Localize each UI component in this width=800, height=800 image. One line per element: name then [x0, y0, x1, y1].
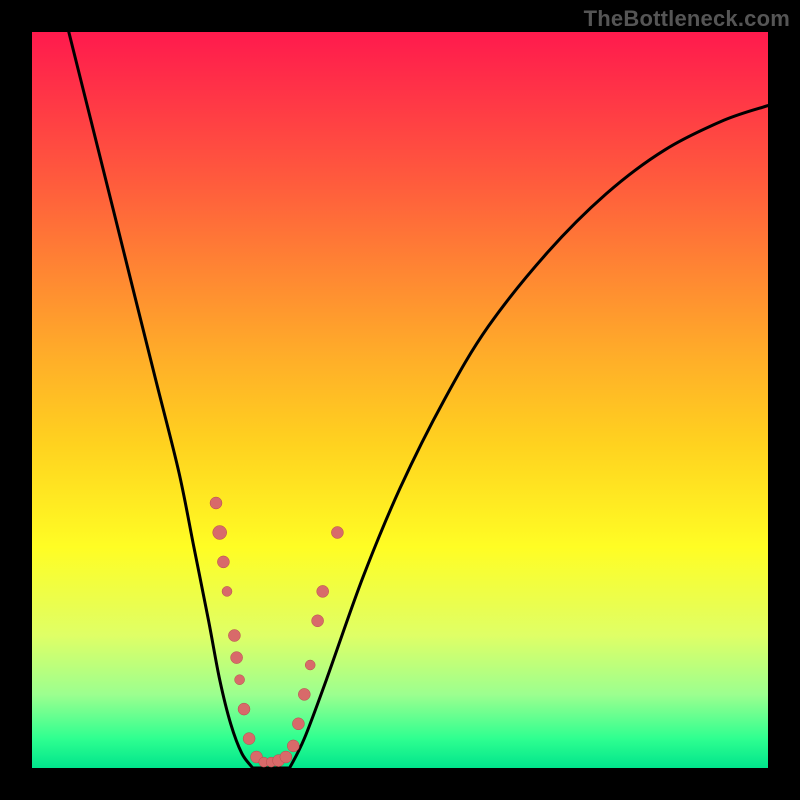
scatter-dot	[222, 586, 232, 596]
scatter-dot	[238, 703, 250, 715]
scatter-dot	[213, 526, 227, 540]
scatter-dot	[317, 585, 329, 597]
watermark-label: TheBottleneck.com	[584, 6, 790, 32]
right-curve	[290, 106, 768, 768]
scatter-dot	[280, 751, 292, 763]
chart-frame: TheBottleneck.com	[0, 0, 800, 800]
scatter-dot	[228, 630, 240, 642]
scatter-dot	[312, 615, 324, 627]
chart-svg	[32, 32, 768, 768]
scatter-dot	[235, 675, 245, 685]
scatter-dot	[305, 660, 315, 670]
plot-area	[32, 32, 768, 768]
scatter-dot	[292, 718, 304, 730]
left-curve	[69, 32, 253, 768]
scatter-dot	[231, 652, 243, 664]
scatter-dot	[243, 733, 255, 745]
scatter-dot	[217, 556, 229, 568]
scatter-dot	[210, 497, 222, 509]
scatter-dot	[331, 527, 343, 539]
scatter-dot	[298, 688, 310, 700]
curve-layer	[69, 32, 768, 768]
scatter-dot	[287, 740, 299, 752]
